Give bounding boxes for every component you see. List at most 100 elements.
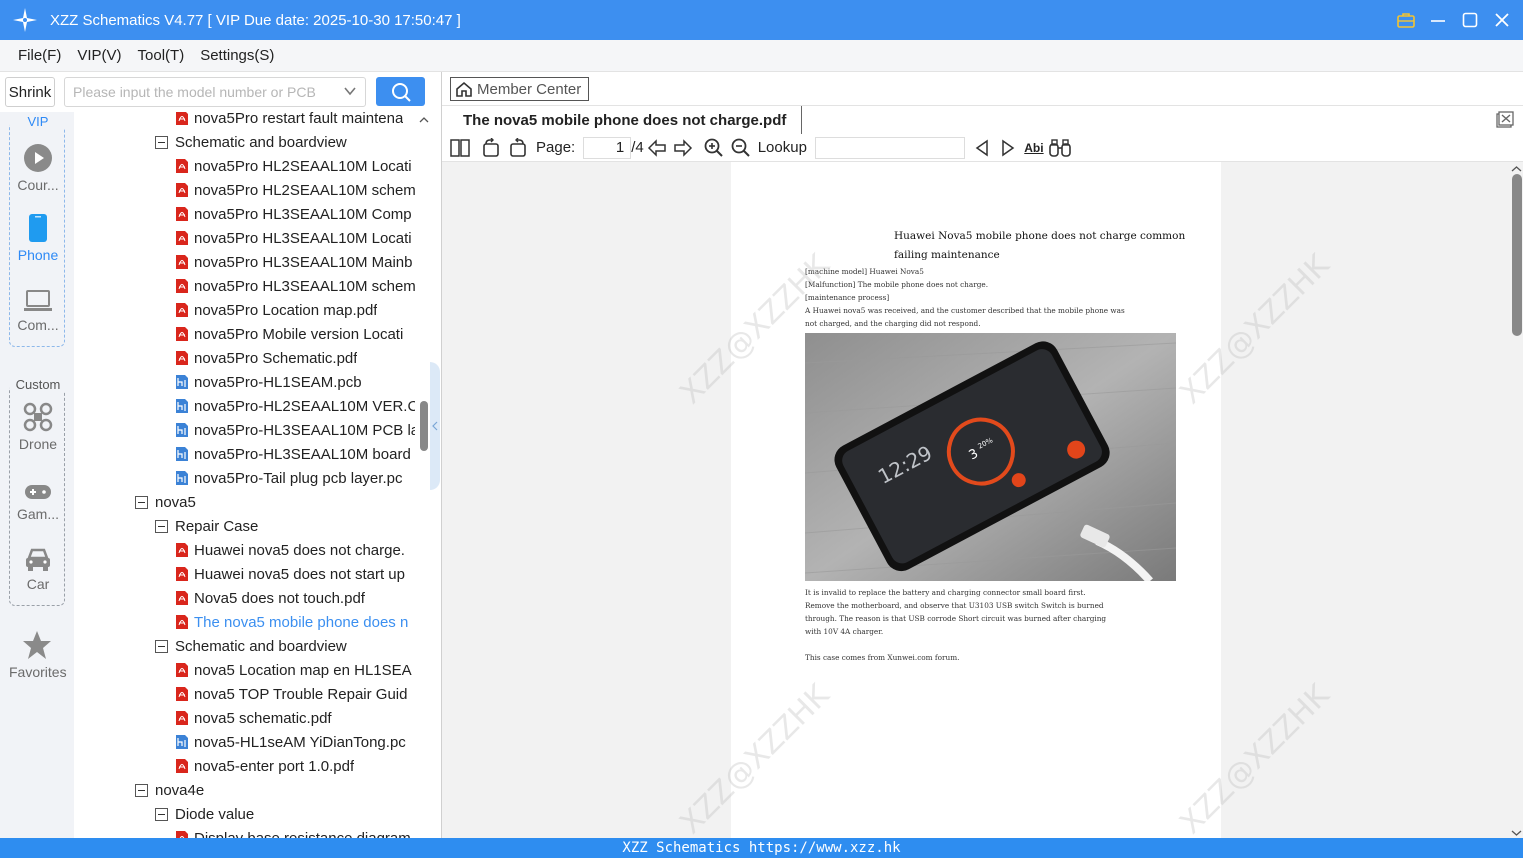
- tree-file-item[interactable]: nova5Pro-HL3SEAAL10M PCB la: [175, 418, 415, 442]
- member-center-button[interactable]: Member Center: [450, 77, 589, 101]
- tree-folder[interactable]: Schematic and boardview: [155, 130, 347, 154]
- rotate-left-icon[interactable]: [478, 136, 504, 160]
- close-tab-icon[interactable]: [1496, 111, 1514, 129]
- tree-file-item[interactable]: nova5Pro Mobile version Locati: [175, 322, 403, 346]
- tree-file-item[interactable]: nova5Pro HL2SEAAL10M Locati: [175, 154, 412, 178]
- tree-folder[interactable]: Schematic and boardview: [155, 634, 347, 658]
- tree-file-item[interactable]: nova5 TOP Trouble Repair Guid: [175, 682, 407, 706]
- rotate-right-icon[interactable]: [504, 136, 532, 160]
- gamepad-icon: [10, 472, 66, 502]
- page-number-input[interactable]: 1: [583, 136, 632, 159]
- nav-favorites[interactable]: Favorites: [9, 630, 67, 680]
- document-viewer[interactable]: Huawei Nova5 mobile phone does not charg…: [442, 162, 1523, 838]
- tree-folder[interactable]: Diode value: [155, 802, 254, 826]
- tree-file-item[interactable]: nova5-HL1seAM YiDianTong.pc: [175, 730, 406, 754]
- tree-scroll-thumb[interactable]: [420, 401, 428, 451]
- nav-computer[interactable]: Com...: [10, 283, 66, 333]
- maximize-button[interactable]: [1459, 6, 1481, 34]
- binoculars-icon[interactable]: [1047, 136, 1073, 160]
- panel-splitter[interactable]: [430, 72, 440, 838]
- collapse-toggle-icon[interactable]: [155, 135, 168, 149]
- tree-file-item[interactable]: nova5Pro-Tail plug pcb layer.pc: [175, 466, 402, 490]
- tree-file-item[interactable]: Nova5 does not touch.pdf: [175, 586, 365, 610]
- tree-file-item[interactable]: nova5Pro HL3SEAAL10M Mainb: [175, 250, 412, 274]
- match-case-button[interactable]: Abi: [1021, 136, 1047, 160]
- document-tab[interactable]: The nova5 mobile phone does not charge.p…: [442, 106, 803, 134]
- find-next-icon[interactable]: [995, 136, 1021, 160]
- tree-file-item[interactable]: Display base resistance diagram: [175, 826, 411, 838]
- tree-file-item[interactable]: nova5Pro-HL3SEAAL10M board: [175, 442, 411, 466]
- menu-settings[interactable]: Settings(S): [200, 47, 274, 64]
- shrink-button[interactable]: Shrink: [5, 77, 55, 107]
- viewer-scroll-thumb[interactable]: [1512, 174, 1522, 336]
- chevron-down-icon[interactable]: [343, 84, 357, 101]
- window-title: XZZ Schematics V4.77 [ VIP Due date: 202…: [50, 11, 461, 29]
- pcb-file-icon: [175, 398, 194, 414]
- tree-file-item[interactable]: nova5 schematic.pdf: [175, 706, 332, 730]
- tree-file-item[interactable]: nova5-enter port 1.0.pdf: [175, 754, 354, 778]
- viewer-scrollbar[interactable]: [1509, 162, 1523, 838]
- tree-item-label: nova4e: [155, 781, 205, 799]
- collapse-toggle-icon[interactable]: [155, 807, 168, 821]
- document-line: [maintenance process]: [805, 293, 890, 302]
- tree-file-item[interactable]: The nova5 mobile phone does n: [175, 610, 408, 634]
- collapse-toggle-icon[interactable]: [155, 519, 168, 533]
- tree-folder[interactable]: Repair Case: [155, 514, 258, 538]
- tree-scrollbar[interactable]: [418, 112, 430, 838]
- pcb-file-icon: [175, 470, 194, 486]
- nav-phone[interactable]: Phone: [10, 213, 66, 263]
- menu-vip[interactable]: VIP(V): [77, 47, 121, 64]
- tree-file-item[interactable]: Huawei nova5 does not start up: [175, 562, 405, 586]
- tree-file-item[interactable]: Huawei nova5 does not charge.: [175, 538, 405, 562]
- close-button[interactable]: [1491, 6, 1513, 34]
- tree-item-label: The nova5 mobile phone does n: [194, 613, 409, 631]
- tree-item-label: nova5-HL1seAM YiDianTong.pc: [194, 733, 406, 751]
- search-button[interactable]: [376, 77, 425, 106]
- vip-group: VIP Cour... Phone Com...: [9, 114, 66, 347]
- nav-games[interactable]: Gam...: [10, 472, 66, 522]
- find-prev-icon[interactable]: [969, 136, 995, 160]
- tab-bar: The nova5 mobile phone does not charge.p…: [442, 106, 1523, 134]
- collapse-toggle-icon[interactable]: [155, 639, 168, 653]
- tree-file-item[interactable]: nova5Pro Location map.pdf: [175, 298, 377, 322]
- collapse-handle[interactable]: [430, 362, 440, 490]
- pdf-file-icon: [175, 350, 194, 366]
- dual-page-icon[interactable]: [442, 136, 478, 160]
- document-line: It is invalid to replace the battery and…: [805, 588, 1086, 597]
- lookup-input[interactable]: [814, 136, 965, 159]
- zoom-in-icon[interactable]: [700, 136, 728, 160]
- menu-file[interactable]: File(F): [18, 47, 61, 64]
- page-current: 1: [615, 139, 625, 156]
- minimize-button[interactable]: [1427, 6, 1449, 34]
- nav-drone[interactable]: Drone: [10, 402, 66, 452]
- tree-file-item[interactable]: nova5 Location map en HL1SEA: [175, 658, 412, 682]
- tree-file-item[interactable]: nova5Pro HL3SEAAL10M Comp: [175, 202, 412, 226]
- tree-file-item[interactable]: nova5Pro-HL1SEAM.pcb: [175, 370, 362, 394]
- tree-folder[interactable]: nova4e: [135, 778, 204, 802]
- menu-tool[interactable]: Tool(T): [138, 47, 185, 64]
- collapse-toggle-icon[interactable]: [135, 495, 148, 509]
- tree-item-label: Nova5 does not touch.pdf: [194, 589, 365, 607]
- file-tree: nova5Pro restart fault maintena Schematic…: [74, 112, 418, 838]
- tree-item-label: nova5Pro-HL1SEAM.pcb: [194, 373, 362, 391]
- next-page-icon[interactable]: [670, 136, 696, 160]
- tree-item-label: nova5Pro Schematic.pdf: [194, 349, 358, 367]
- tree-file-item[interactable]: nova5Pro restart fault maintena: [175, 112, 403, 130]
- zoom-out-icon[interactable]: [728, 136, 754, 160]
- tree-file-item[interactable]: nova5Pro-HL2SEAAL10M VER.C: [175, 394, 415, 418]
- tree-item-label: nova5Pro HL2SEAAL10M Locati: [194, 157, 412, 175]
- tree-file-item[interactable]: nova5Pro HL3SEAAL10M schem: [175, 274, 415, 298]
- phone-icon: [10, 213, 66, 243]
- prev-page-icon[interactable]: [644, 136, 670, 160]
- tree-file-item[interactable]: nova5Pro HL3SEAAL10M Locati: [175, 226, 412, 250]
- category-nav: VIP Cour... Phone Com... Custom Drone Ga…: [0, 112, 74, 838]
- briefcase-icon[interactable]: [1395, 6, 1417, 34]
- tree-file-item[interactable]: nova5Pro Schematic.pdf: [175, 346, 357, 370]
- search-input[interactable]: Please input the model number or PCB: [64, 77, 366, 107]
- tree-folder[interactable]: nova5: [135, 490, 196, 514]
- tree-file-item[interactable]: nova5Pro HL2SEAAL10M schem: [175, 178, 415, 202]
- nav-courses[interactable]: Cour...: [10, 143, 66, 193]
- pdf-file-icon: [175, 158, 194, 174]
- collapse-toggle-icon[interactable]: [135, 783, 148, 797]
- nav-car[interactable]: Car: [10, 542, 66, 592]
